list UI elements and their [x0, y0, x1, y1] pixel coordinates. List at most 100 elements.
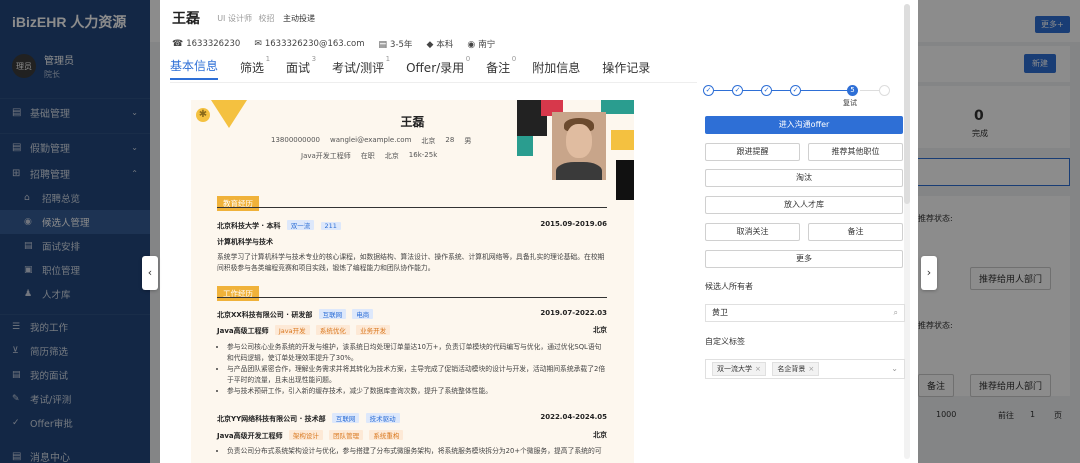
step-current[interactable]: 5: [847, 85, 858, 96]
tags-select[interactable]: 双一流大学 × 名企背景 × ⌄: [705, 359, 905, 379]
job-date: 2019.07-2022.03: [540, 309, 607, 317]
more-button[interactable]: 更多+: [1035, 16, 1070, 33]
sidebar-item-overview[interactable]: ⌂ 招聘总览: [0, 186, 150, 210]
drawer-scrollbar[interactable]: [904, 4, 910, 459]
check-icon: ✓: [12, 418, 20, 428]
eliminate-button[interactable]: 淘汰: [705, 169, 903, 187]
sidebar-item-label: 我的面试: [30, 371, 69, 382]
next-candidate-button[interactable]: ›: [921, 256, 937, 290]
experience: ▤ 3-5年: [379, 38, 413, 50]
resume-age: 28: [445, 136, 455, 144]
app-brand: iBizEHR 人力资源: [12, 14, 127, 30]
edu-school: 北京科技大学 · 本科: [217, 222, 281, 230]
edu-date: 2015.09-2019.06: [540, 220, 607, 228]
previous-candidate-button[interactable]: ‹: [142, 256, 158, 290]
resume-gender: 男: [464, 137, 472, 145]
more-actions-button[interactable]: 更多: [705, 250, 903, 268]
candidate-header: 王磊 UI 设计师 校招 主动投递: [172, 8, 918, 28]
menu-icon: ☰: [12, 322, 21, 332]
grid-icon: ⊞: [12, 167, 21, 179]
education-text: 本科: [436, 40, 454, 50]
nav-group-messages[interactable]: ▤ 消息中心: [0, 443, 150, 463]
calendar-icon: ▤: [12, 370, 21, 380]
scrollbar-thumb[interactable]: [904, 4, 910, 204]
resume-contact-line: 13800000000 wanglei@example.com 北京 28 男: [271, 136, 471, 146]
tab-notes[interactable]: 备注 0: [486, 55, 516, 80]
tab-basic-info[interactable]: 基本信息: [170, 57, 219, 80]
sidebar-item-label: 简历筛选: [30, 347, 69, 358]
new-button[interactable]: 新建: [1024, 54, 1056, 73]
tab-operation-log[interactable]: 操作记录: [602, 59, 650, 80]
sidebar-item-candidates[interactable]: ◉ 候选人管理: [0, 210, 150, 234]
section-title-work: 工作经历: [217, 286, 259, 301]
step-done[interactable]: ✓: [761, 85, 772, 96]
job-tag: 互联网: [318, 309, 347, 319]
nav-group-attendance[interactable]: ▤ 假勤管理 ⌄: [0, 134, 150, 160]
recommend-other-position-button[interactable]: 推荐其他职位: [808, 143, 903, 161]
tab-interview[interactable]: 面试 3: [286, 55, 316, 80]
tag-chip[interactable]: 双一流大学 ×: [712, 362, 766, 376]
user-profile[interactable]: 理员 管理员 院长: [0, 42, 150, 90]
page-size[interactable]: 1000: [936, 410, 956, 419]
recommend-button[interactable]: 推荐给用人部门: [970, 374, 1052, 397]
step-done[interactable]: ✓: [732, 85, 743, 96]
sidebar-item-my-interviews[interactable]: ▤ 我的面试: [0, 363, 150, 387]
candidate-name: 王磊: [172, 11, 200, 27]
sidebar-item-positions[interactable]: ▣ 职位管理: [0, 258, 150, 282]
tab-screening[interactable]: 筛选 1: [240, 55, 270, 80]
location-text: 南宁: [478, 40, 496, 50]
recommend-button[interactable]: 推荐给用人部门: [970, 267, 1052, 290]
user-icon: ◉: [24, 217, 32, 227]
role-tag: 业务开发: [356, 325, 391, 335]
page-number-input[interactable]: 1: [1030, 410, 1035, 419]
chevron-up-icon: ⌃: [131, 168, 138, 178]
sidebar-item-exams[interactable]: ✎ 考试/评测: [0, 387, 150, 411]
chevron-left-icon: ‹: [147, 266, 153, 279]
tab-exam[interactable]: 考试/测评 1: [332, 55, 390, 80]
resume-status: 在职: [360, 152, 375, 160]
note-button[interactable]: 备注: [808, 223, 903, 241]
job-location: 北京: [593, 431, 607, 439]
sidebar-item-my-work[interactable]: ☰ 我的工作: [0, 315, 150, 339]
add-to-talent-pool-button[interactable]: 放入人才库: [705, 196, 903, 214]
tab-count: 3: [311, 55, 317, 63]
tags-label: 自定义标签: [705, 337, 745, 346]
tag-chip[interactable]: 名企背景 ×: [772, 362, 820, 376]
experience-text: 3-5年: [390, 40, 413, 50]
location-pin-icon: ◉: [467, 40, 476, 50]
tab-extra-info[interactable]: 附加信息: [532, 59, 580, 80]
chevron-down-icon: ⌄: [891, 364, 898, 373]
tab-offer[interactable]: Offer/录用 0: [406, 55, 470, 80]
owner-select[interactable]: 黄卫 ⌕: [705, 304, 905, 322]
close-icon[interactable]: ×: [755, 365, 761, 373]
education-row: 北京科技大学 · 本科 双一流 211 2015.09-2019.06: [217, 220, 607, 231]
phone-icon: ☎: [172, 39, 184, 49]
sidebar-item-talent-pool[interactable]: ♟ 人才库: [0, 282, 150, 306]
search-icon: ⌕: [893, 308, 898, 317]
follow-up-reminder-button[interactable]: 跟进提醒: [705, 143, 800, 161]
recommend-status-label: 推荐状态:: [918, 321, 953, 330]
process-steps: ✓ ✓ ✓ ✓ 5 复试: [703, 85, 903, 109]
avatar: 理员: [12, 54, 36, 78]
sidebar-item-label: 职位管理: [42, 266, 81, 277]
step-todo[interactable]: [879, 85, 890, 96]
job-company: 北京XX科技有限公司 · 研发部: [217, 311, 313, 319]
candidate-meta: UI 设计师 校招 主动投递: [217, 13, 315, 24]
sidebar-item-screening[interactable]: ⊻ 简历筛选: [0, 339, 150, 363]
step-done[interactable]: ✓: [790, 85, 801, 96]
resume-target-city: 北京: [384, 152, 399, 160]
role-tag: Java开发: [274, 325, 310, 335]
note-button[interactable]: 备注: [918, 374, 955, 397]
email-text: 1633326230@163.com: [264, 39, 365, 49]
close-icon[interactable]: ×: [808, 365, 814, 373]
sidebar-item-interviews[interactable]: ▤ 面试安排: [0, 234, 150, 258]
enter-offer-button[interactable]: 进入沟通offer: [705, 116, 903, 134]
nav-group-recruit[interactable]: ⊞ 招聘管理 ⌃: [0, 160, 150, 186]
step-done[interactable]: ✓: [703, 85, 714, 96]
nav-group-basic[interactable]: ▤ 基础管理 ⌄: [0, 99, 150, 125]
list-icon: ▤: [12, 141, 22, 153]
edu-description: 系统学习了计算机科学与技术专业的核心课程，如数据结构、算法设计、操作系统、计算机…: [217, 253, 605, 272]
sidebar-item-offer-approval[interactable]: ✓ Offer审批: [0, 411, 150, 435]
sidebar-item-label: Offer审批: [30, 419, 73, 430]
unfollow-button[interactable]: 取消关注: [705, 223, 800, 241]
